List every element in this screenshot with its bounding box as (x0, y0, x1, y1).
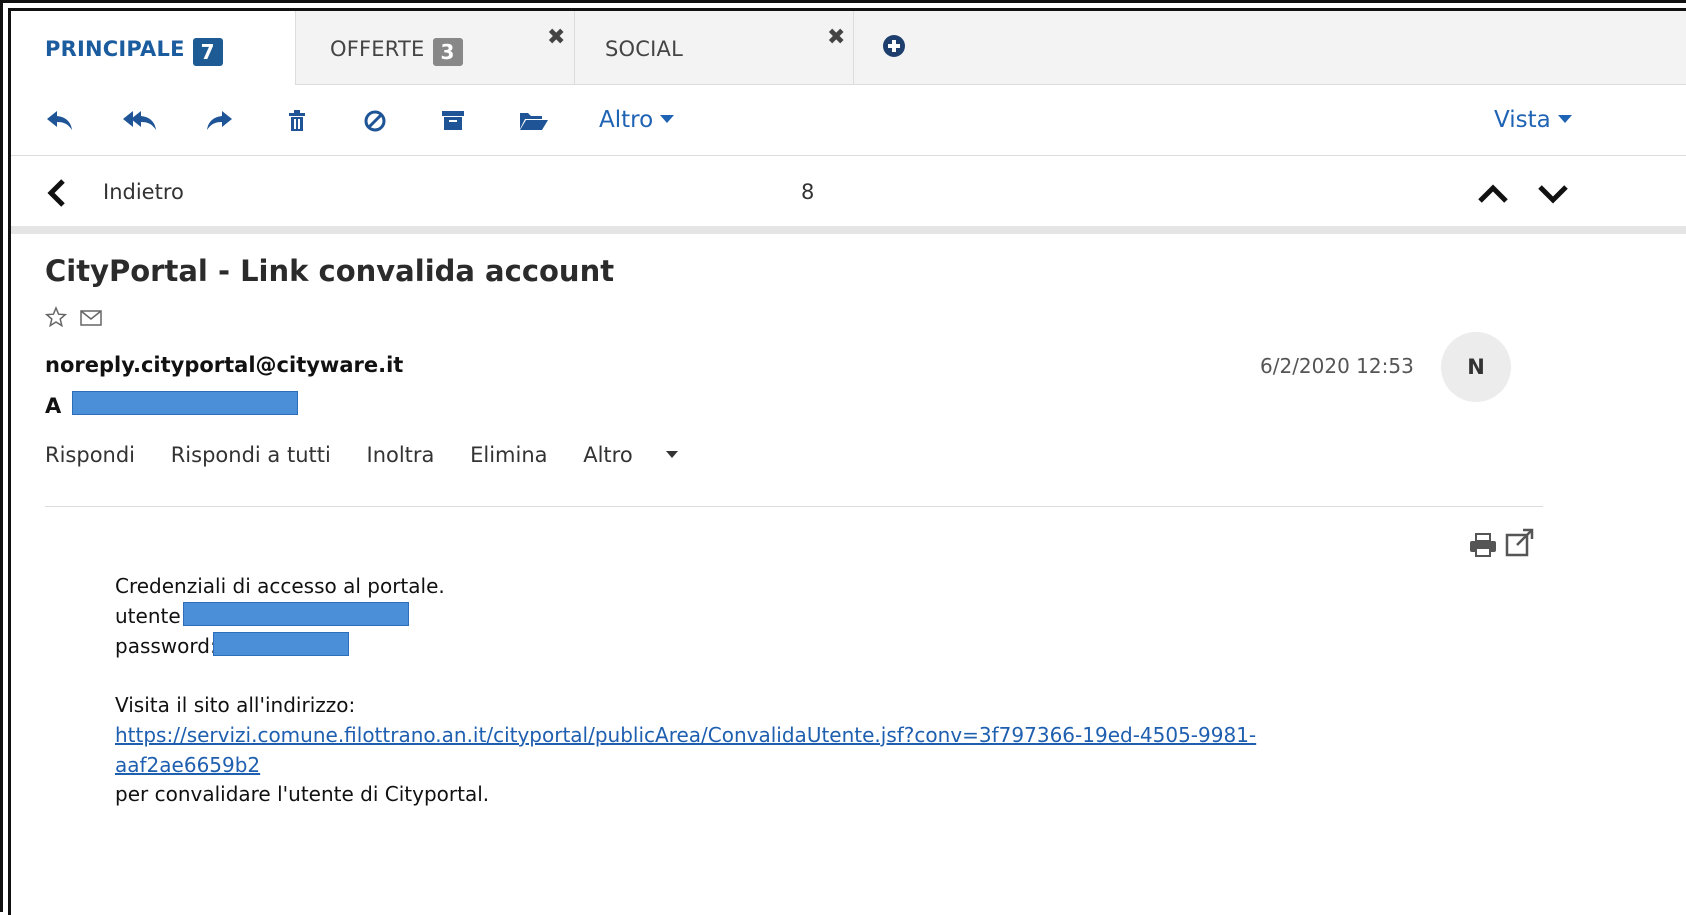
tab-principale[interactable]: PRINCIPALE 7 (11, 11, 296, 85)
back-link[interactable]: Indietro (103, 180, 184, 204)
forward-icon[interactable] (201, 105, 235, 137)
body-line-user: utente: (115, 604, 188, 628)
body-line-credentials: Credenziali di accesso al portale. (115, 574, 445, 598)
back-chevron-icon[interactable] (45, 178, 69, 208)
redacted-recipient (72, 391, 298, 415)
tab-label: OFFERTE 3 (330, 37, 463, 66)
close-icon[interactable]: ✖ (827, 25, 845, 50)
unread-badge: 3 (432, 38, 463, 66)
print-icon[interactable] (1467, 528, 1499, 560)
reply-link[interactable]: Rispondi (45, 443, 135, 467)
previous-message-icon[interactable] (1477, 183, 1509, 205)
next-message-icon[interactable] (1537, 183, 1569, 205)
validation-link-line2[interactable]: aaf2ae6659b2 (115, 753, 260, 777)
reply-all-icon[interactable] (121, 105, 156, 137)
message-actions: Rispondi Rispondi a tutti Inoltra Elimin… (45, 443, 736, 467)
open-in-new-window-icon[interactable] (1503, 526, 1537, 560)
reply-all-link[interactable]: Rispondi a tutti (171, 443, 331, 467)
sender-address[interactable]: noreply.cityportal@cityware.it (45, 353, 403, 377)
more-actions-dropdown[interactable]: Altro (583, 443, 706, 467)
caret-down-icon (660, 115, 675, 123)
more-dropdown[interactable]: Altro (599, 107, 675, 133)
redacted-username (183, 602, 409, 626)
folder-open-icon[interactable] (516, 105, 550, 137)
archive-icon[interactable] (436, 105, 470, 137)
message-nav-bar: Indietro 8 (11, 156, 1686, 234)
mail-client: PRINCIPALE 7 OFFERTE 3 ✖ SOCIAL ✖ Altro … (8, 8, 1686, 915)
tab-bar: PRINCIPALE 7 OFFERTE 3 ✖ SOCIAL ✖ (11, 11, 1686, 85)
body-line-closing: per convalidare l'utente di Cityportal. (115, 782, 490, 806)
close-icon[interactable]: ✖ (547, 25, 565, 50)
caret-down-icon (665, 451, 678, 458)
delete-link[interactable]: Elimina (470, 443, 547, 467)
block-icon[interactable] (358, 105, 392, 137)
tab-offerte[interactable]: OFFERTE 3 ✖ (296, 11, 575, 84)
star-icon[interactable] (44, 306, 68, 328)
message-date: 6/2/2020 12:53 (1260, 354, 1414, 378)
header-divider (45, 506, 1543, 507)
view-dropdown[interactable]: Vista (1494, 107, 1572, 133)
body-line-visit: Visita il sito all'indirizzo: (115, 693, 356, 717)
message-count: 8 (801, 180, 815, 204)
tab-label: SOCIAL (605, 37, 683, 61)
caret-down-icon (1557, 115, 1572, 123)
tab-label: PRINCIPALE 7 (45, 37, 223, 66)
unread-badge: 7 (192, 38, 223, 66)
reply-icon[interactable] (44, 105, 78, 137)
tab-social[interactable]: SOCIAL ✖ (575, 11, 854, 84)
validation-link-line1[interactable]: https://servizi.comune.filottrano.an.it/… (115, 723, 1256, 747)
forward-link[interactable]: Inoltra (367, 443, 435, 467)
body-line-password: password: (115, 634, 217, 658)
trash-icon[interactable] (280, 105, 314, 137)
add-tab-icon[interactable] (881, 33, 907, 59)
message-toolbar: Altro Vista (11, 85, 1686, 156)
redacted-password (213, 632, 349, 656)
envelope-icon[interactable] (79, 308, 103, 328)
recipient-label: A (45, 394, 62, 418)
message-subject: CityPortal - Link convalida account (45, 254, 615, 288)
avatar: N (1441, 332, 1511, 402)
